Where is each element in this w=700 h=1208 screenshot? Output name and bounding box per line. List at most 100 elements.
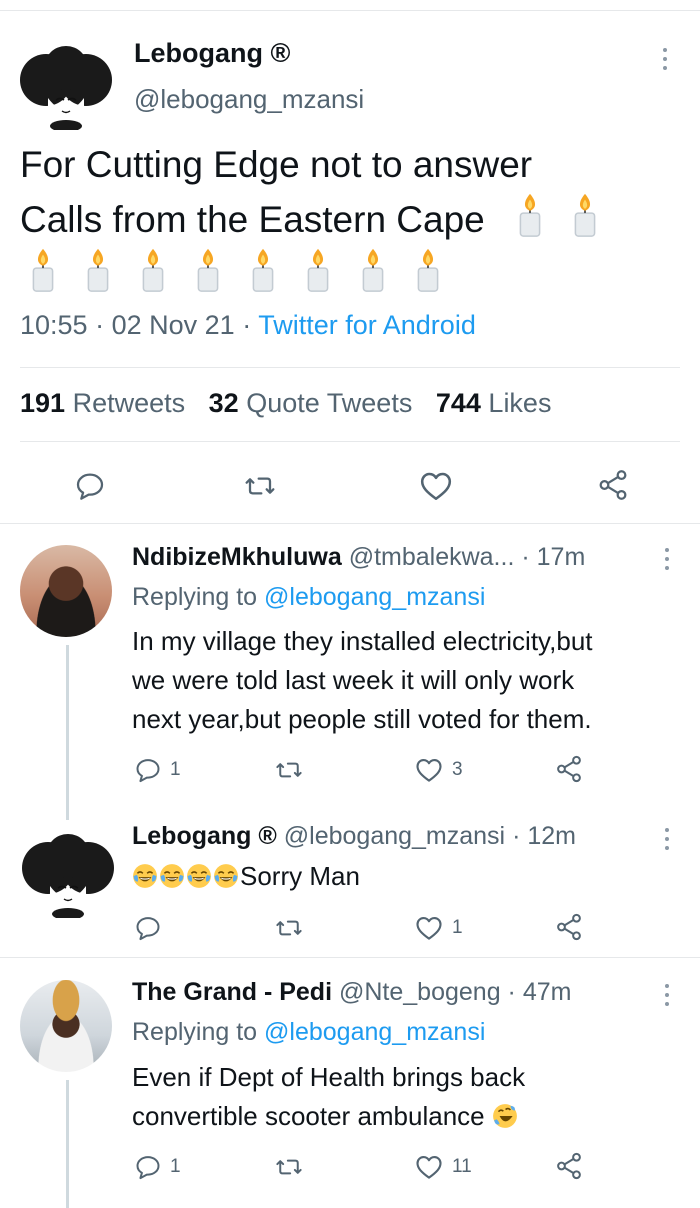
reply-text-line: we were told last week it will only work <box>132 665 575 695</box>
candle-emoji-icon <box>295 247 341 293</box>
tweet-text: For Cutting Edge not to answer Calls fro… <box>20 138 690 302</box>
reply-text-line: next year,but people still voted for the… <box>132 704 592 734</box>
reply-icon <box>74 470 106 502</box>
more-icon[interactable] <box>664 828 670 855</box>
tweet-stats: 191 Retweets 32 Quote Tweets 744 Likes <box>20 388 551 419</box>
author-name[interactable]: NdibizeMkhuluwa <box>132 543 342 571</box>
separator: · <box>507 978 516 1006</box>
share-button[interactable] <box>554 754 584 784</box>
more-icon[interactable] <box>664 984 670 1011</box>
reply-text: In my village they installed electricity… <box>132 622 692 739</box>
like-button[interactable]: 11 <box>414 1152 472 1182</box>
reply-time: 17m <box>536 543 586 571</box>
tweet-time: 10:55 <box>20 310 88 340</box>
author-name[interactable]: Lebogang ® <box>132 822 277 850</box>
likes-stat[interactable]: 744 Likes <box>436 388 552 418</box>
retweet-button[interactable] <box>274 1153 304 1181</box>
like-button[interactable]: 1 <box>414 913 463 943</box>
avatar[interactable] <box>20 828 116 918</box>
author-handle[interactable]: @lebogang_mzansi <box>284 822 505 850</box>
separator: · <box>242 310 252 340</box>
thread-line <box>66 645 69 820</box>
likes-label: Likes <box>488 388 552 418</box>
tears-of-joy-emoji-icon <box>132 863 158 889</box>
reply-text-line: Even if Dept of Health brings back <box>132 1062 526 1092</box>
like-count: 3 <box>452 759 463 780</box>
reply-button[interactable]: 1 <box>134 1153 181 1181</box>
candle-emoji-icon <box>130 247 176 293</box>
tears-of-joy-emoji-icon <box>213 863 239 889</box>
candle-emoji-icon <box>75 247 121 293</box>
retweet-icon <box>274 914 304 942</box>
share-button[interactable] <box>554 912 584 942</box>
like-button[interactable] <box>418 468 454 504</box>
rofl-emoji-icon <box>492 1103 518 1129</box>
author-name[interactable]: Lebogang ® <box>134 38 290 69</box>
reply-icon <box>134 914 162 942</box>
replying-to-link[interactable]: @lebogang_mzansi <box>264 1018 485 1046</box>
retweet-icon <box>274 1153 304 1181</box>
replying-to: Replying to @lebogang_mzansi <box>132 583 485 612</box>
author-handle[interactable]: @lebogang_mzansi <box>134 84 364 115</box>
reply-header: NdibizeMkhuluwa @tmbalekwa... · 17m <box>132 543 585 572</box>
retweet-button[interactable] <box>274 756 304 784</box>
share-icon <box>554 1151 584 1181</box>
retweets-stat[interactable]: 191 Retweets <box>20 388 185 418</box>
share-button[interactable] <box>596 468 630 502</box>
avatar[interactable] <box>20 980 112 1072</box>
candle-emoji-icon <box>405 247 451 293</box>
author-name[interactable]: The Grand - Pedi <box>132 978 332 1006</box>
divider <box>0 523 700 524</box>
separator: · <box>95 310 105 340</box>
replying-to-label: Replying to <box>132 583 258 611</box>
reply-count: 1 <box>170 1156 181 1177</box>
share-icon <box>554 912 584 942</box>
separator: · <box>512 822 521 850</box>
reply-button[interactable] <box>134 914 162 942</box>
likes-count: 744 <box>435 388 481 418</box>
reply-text: Sorry Man <box>132 857 692 896</box>
retweet-button[interactable] <box>274 914 304 942</box>
reply-text-line: Sorry Man <box>240 861 360 891</box>
replying-to-link[interactable]: @lebogang_mzansi <box>264 583 485 611</box>
share-icon <box>554 754 584 784</box>
retweet-button[interactable] <box>243 470 277 502</box>
more-icon[interactable] <box>664 548 670 575</box>
top-divider <box>0 10 700 11</box>
like-count: 1 <box>452 917 463 938</box>
avatar[interactable] <box>20 545 112 637</box>
like-button[interactable]: 3 <box>414 755 463 785</box>
candle-emoji-icon <box>20 247 66 293</box>
tweet-text-line2: Calls from the Eastern Cape <box>20 199 485 240</box>
more-icon[interactable] <box>662 48 668 75</box>
replying-to-label: Replying to <box>132 1018 258 1046</box>
replying-to: Replying to @lebogang_mzansi <box>132 1018 485 1047</box>
reply-header: Lebogang ® @lebogang_mzansi · 12m <box>132 822 576 851</box>
reply-button[interactable] <box>74 470 106 502</box>
tears-of-joy-emoji-icon <box>186 863 212 889</box>
divider <box>0 957 700 958</box>
like-icon <box>414 913 444 943</box>
reply-time: 12m <box>527 822 576 850</box>
quote-tweets-stat[interactable]: 32 Quote Tweets <box>209 388 413 418</box>
retweet-icon <box>274 756 304 784</box>
candle-emoji-icon <box>350 247 396 293</box>
like-icon <box>414 755 444 785</box>
avatar[interactable] <box>18 40 114 130</box>
retweet-icon <box>243 470 277 502</box>
reply-button[interactable]: 1 <box>134 756 181 784</box>
divider <box>20 441 680 442</box>
author-handle[interactable]: @tmbalekwa... <box>349 543 515 571</box>
reply-text-line: convertible scooter ambulance <box>132 1101 485 1131</box>
like-count: 11 <box>452 1156 472 1177</box>
separator: · <box>521 543 530 571</box>
share-button[interactable] <box>554 1151 584 1181</box>
tweet-source-link[interactable]: Twitter for Android <box>258 310 476 340</box>
divider <box>20 367 680 368</box>
tweet-text-line1: For Cutting Edge not to answer <box>20 144 533 185</box>
like-icon <box>414 1152 444 1182</box>
author-handle[interactable]: @Nte_bogeng <box>339 978 501 1006</box>
tweet-meta: 10:55 · 02 Nov 21 · Twitter for Android <box>20 310 476 341</box>
tweet-date: 02 Nov 21 <box>111 310 235 340</box>
reply-count: 1 <box>170 759 181 780</box>
